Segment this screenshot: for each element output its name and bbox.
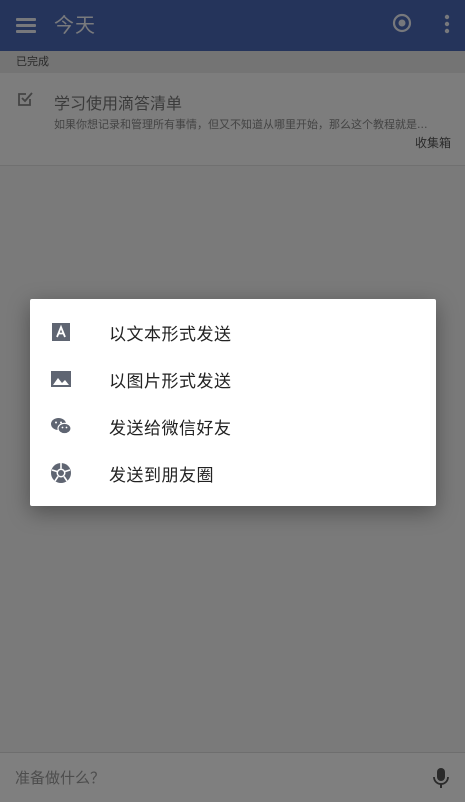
share-as-text-option[interactable]: 以文本形式发送 <box>30 308 436 355</box>
share-to-wechat-friend-option[interactable]: 发送给微信好友 <box>30 402 436 449</box>
share-to-moments-option[interactable]: 发送到朋友圈 <box>30 449 436 496</box>
share-option-label: 发送给微信好友 <box>109 419 232 439</box>
share-option-label: 以图片形式发送 <box>109 372 232 392</box>
share-dialog: 以文本形式发送 以图片形式发送 发送给微信好友 发送到朋友圈 <box>30 299 436 506</box>
share-as-image-option[interactable]: 以图片形式发送 <box>30 355 436 402</box>
image-icon <box>51 371 71 387</box>
share-option-label: 以文本形式发送 <box>109 325 232 345</box>
share-option-label: 发送到朋友圈 <box>109 466 214 486</box>
text-icon <box>52 323 70 341</box>
moments-icon <box>51 463 71 483</box>
wechat-icon <box>51 418 72 435</box>
